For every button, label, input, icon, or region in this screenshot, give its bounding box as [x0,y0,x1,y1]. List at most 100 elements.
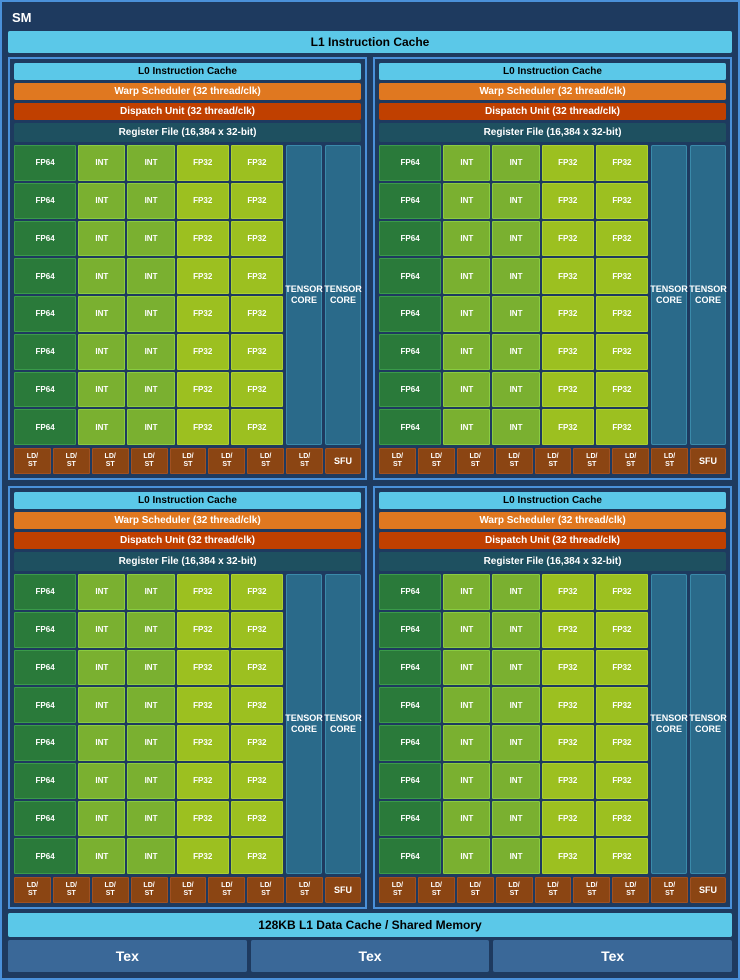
fp32-cell: FP32 [542,801,594,837]
core-row: FP64 INT INT FP32 FP32 [14,763,283,799]
fp64-cell: FP64 [379,838,441,874]
core-row: FP64 INT INT FP32 FP32 [379,334,648,370]
fp32-cell: FP32 [542,838,594,874]
int-cell: INT [78,763,125,799]
core-row: FP64 INT INT FP32 FP32 [14,296,283,332]
l0-cache-4: L0 Instruction Cache [379,492,726,509]
ldst-cell: LD/ST [457,448,494,474]
core-row: FP64 INT INT FP32 FP32 [379,574,648,610]
fp32-cell: FP32 [596,296,648,332]
l0-cache-1: L0 Instruction Cache [14,63,361,80]
int-cell: INT [127,801,174,837]
core-row: FP64 INT INT FP32 FP32 [379,612,648,648]
int-cell: INT [127,409,174,445]
ldst-cell: LD/ST [53,448,90,474]
ldst-cell: LD/ST [535,448,572,474]
tensor-core-4a: TENSORCORE [651,574,687,874]
int-cell: INT [127,221,174,257]
ldst-cell: LD/ST [92,877,129,903]
fp64-cell: FP64 [379,183,441,219]
int-cell: INT [492,612,539,648]
fp32-cell: FP32 [231,296,283,332]
int-cell: INT [443,612,490,648]
fp64-cell: FP64 [379,612,441,648]
core-area-1: FP64 INT INT FP32 FP32 FP64 INT INT FP32… [14,145,361,445]
ldst-cell: LD/ST [379,877,416,903]
ldst-cell: LD/ST [247,877,284,903]
core-row: FP64 INT INT FP32 FP32 [379,221,648,257]
int-cell: INT [78,334,125,370]
int-cell: INT [127,687,174,723]
fp32-cell: FP32 [542,763,594,799]
fp64-cell: FP64 [379,221,441,257]
fp32-cell: FP32 [596,221,648,257]
warp-scheduler-2: Warp Scheduler (32 thread/clk) [379,83,726,100]
core-area-2: FP64 INT INT FP32 FP32 FP64 INT INT FP32… [379,145,726,445]
fp64-cell: FP64 [14,612,76,648]
fp32-cell: FP32 [542,145,594,181]
warp-scheduler-3: Warp Scheduler (32 thread/clk) [14,512,361,529]
int-cell: INT [78,296,125,332]
fp32-cell: FP32 [231,409,283,445]
int-cell: INT [443,409,490,445]
fp32-cell: FP32 [177,221,229,257]
register-file-4: Register File (16,384 x 32-bit) [379,552,726,571]
ldst-cell: LD/ST [14,448,51,474]
int-cell: INT [78,409,125,445]
dispatch-unit-3: Dispatch Unit (32 thread/clk) [14,532,361,549]
fp32-cell: FP32 [596,145,648,181]
core-area-3: FP64 INT INT FP32 FP32 FP64 INT INT FP32… [14,574,361,874]
fp32-cell: FP32 [177,612,229,648]
int-cell: INT [492,687,539,723]
fp64-cell: FP64 [14,183,76,219]
fp32-cell: FP32 [596,334,648,370]
fp64-cell: FP64 [379,650,441,686]
cuda-cores-4: FP64 INT INT FP32 FP32 FP64 INT INT FP32… [379,574,648,874]
ldst-cell: LD/ST [612,448,649,474]
fp32-cell: FP32 [596,258,648,294]
int-cell: INT [443,145,490,181]
fp32-cell: FP32 [231,574,283,610]
fp32-cell: FP32 [596,409,648,445]
core-row: FP64 INT INT FP32 FP32 [379,725,648,761]
fp32-cell: FP32 [177,650,229,686]
fp32-cell: FP32 [177,145,229,181]
int-cell: INT [492,725,539,761]
fp32-cell: FP32 [231,763,283,799]
fp32-cell: FP32 [231,725,283,761]
int-cell: INT [443,574,490,610]
ldst-cell: LD/ST [131,448,168,474]
ldst-cell: LD/ST [496,448,533,474]
tex-cell-2: Tex [251,940,490,972]
int-cell: INT [443,334,490,370]
sfu-cell-1: SFU [325,448,361,474]
fp64-cell: FP64 [14,221,76,257]
ldst-cell: LD/ST [457,877,494,903]
fp32-cell: FP32 [542,725,594,761]
core-row: FP64 INT INT FP32 FP32 [14,838,283,874]
int-cell: INT [443,763,490,799]
int-cell: INT [492,574,539,610]
dispatch-unit-2: Dispatch Unit (32 thread/clk) [379,103,726,120]
sub-sm-4: L0 Instruction Cache Warp Scheduler (32 … [373,486,732,909]
ldst-cell: LD/ST [573,448,610,474]
l0-cache-2: L0 Instruction Cache [379,63,726,80]
fp64-cell: FP64 [14,372,76,408]
int-cell: INT [443,725,490,761]
fp32-cell: FP32 [542,296,594,332]
ldst-cell: LD/ST [651,877,688,903]
ldst-cell: LD/ST [92,448,129,474]
warp-scheduler-4: Warp Scheduler (32 thread/clk) [379,512,726,529]
fp64-cell: FP64 [14,725,76,761]
core-row: FP64 INT INT FP32 FP32 [14,221,283,257]
int-cell: INT [127,725,174,761]
fp32-cell: FP32 [177,838,229,874]
tensor-cores-col-2: TENSORCORE TENSORCORE [651,145,726,445]
int-cell: INT [127,258,174,294]
core-row: FP64 INT INT FP32 FP32 [379,145,648,181]
tensor-core-3a: TENSORCORE [286,574,322,874]
fp32-cell: FP32 [542,372,594,408]
fp32-cell: FP32 [231,334,283,370]
fp64-cell: FP64 [14,574,76,610]
int-cell: INT [127,650,174,686]
